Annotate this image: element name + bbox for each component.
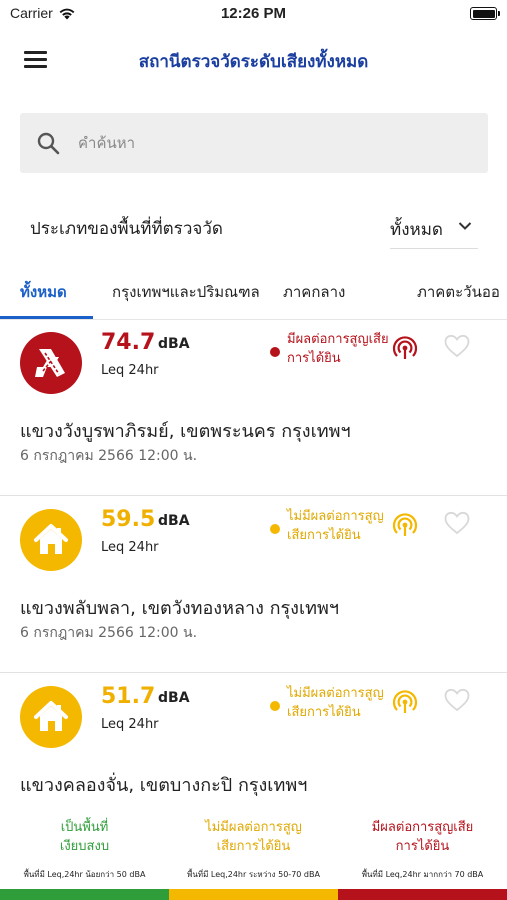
chevron-down-icon xyxy=(458,222,472,230)
signal-icon xyxy=(392,513,418,536)
hearing-status: ไม่มีผลต่อการสูญเสียการได้ยิน xyxy=(287,509,384,543)
legend-color-bar xyxy=(169,889,338,900)
station-card[interactable]: 74.7 dBA Leq 24hr มีผลต่อการสูญเสียการได… xyxy=(0,320,507,496)
heart-icon[interactable] xyxy=(444,334,470,358)
legend-desc: พื้นที่มี Leq,24hr ระหว่าง 50-70 dBA xyxy=(187,870,320,879)
battery-icon xyxy=(470,7,500,20)
search-icon xyxy=(37,132,60,155)
status-dot xyxy=(270,524,280,534)
hearing-status: ไม่มีผลต่อการสูญเสียการได้ยิน xyxy=(287,686,384,720)
legend-title: ไม่มีผลต่อการสูญเสียการได้ยิน xyxy=(205,820,302,854)
signal-icon xyxy=(392,336,418,359)
heart-icon[interactable] xyxy=(444,688,470,712)
noise-value: 74.7 xyxy=(101,330,156,355)
status-dot xyxy=(270,701,280,711)
noise-value: 51.7 xyxy=(101,684,156,709)
station-location: แขวงวังบูรพาภิรมย์, เขตพระนคร กรุงเทพฯ xyxy=(20,421,351,442)
area-type-label: ประเภทของพื้นที่ที่ตรวจวัด xyxy=(30,219,223,239)
station-date: 6 กรกฎาคม 2566 12:00 น. xyxy=(20,448,198,464)
area-type-filter: ประเภทของพื้นที่ที่ตรวจวัด ทั้งหมด xyxy=(0,205,507,249)
station-date: 6 กรกฎาคม 2566 12:00 น. xyxy=(20,625,198,641)
noise-value: 59.5 xyxy=(101,507,156,532)
legend-desc: พื้นที่มี Leq,24hr มากกว่า 70 dBA xyxy=(361,870,484,879)
legend-effect: มีผลต่อการสูญเสียการได้ยิน พื้นที่มี Leq… xyxy=(338,810,507,900)
legend-title: เป็นพื้นที่เงียบสงบ xyxy=(59,820,110,854)
legend-quiet: เป็นพื้นที่เงียบสงบ พื้นที่มี Leq,24hr น… xyxy=(0,810,169,900)
legend-no-effect: ไม่มีผลต่อการสูญเสียการได้ยิน พื้นที่มี … xyxy=(169,810,338,900)
signal-icon xyxy=(392,690,418,713)
home-icon xyxy=(20,509,82,571)
noise-unit: dBA xyxy=(158,690,190,706)
leq-label: Leq 24hr xyxy=(101,540,159,555)
legend-title: มีผลต่อการสูญเสียการได้ยิน xyxy=(371,820,474,854)
heart-icon[interactable] xyxy=(444,511,470,535)
tab-central[interactable]: ภาคกลาง xyxy=(283,280,345,304)
tab-east[interactable]: ภาคตะวันออ xyxy=(417,280,500,304)
station-location: แขวงพลับพลา, เขตวังทองหลาง กรุงเทพฯ xyxy=(20,598,339,619)
legend-color-bar xyxy=(338,889,507,900)
status-bar: Carrier 12:26 PM xyxy=(0,0,507,28)
leq-label: Leq 24hr xyxy=(101,717,159,732)
road-icon xyxy=(20,332,82,394)
active-tab-indicator xyxy=(0,316,93,319)
area-type-dropdown[interactable]: ทั้งหมด xyxy=(390,211,478,249)
hearing-status: มีผลต่อการสูญเสียการได้ยิน xyxy=(287,332,389,366)
area-type-selected: ทั้งหมด xyxy=(390,220,443,240)
page-title: สถานีตรวจวัดระดับเสียงทั้งหมด xyxy=(138,52,369,72)
tab-bangkok[interactable]: กรุงเทพฯและปริมณฑล xyxy=(112,280,260,304)
status-dot xyxy=(270,347,280,357)
clock: 12:26 PM xyxy=(220,5,287,22)
noise-unit: dBA xyxy=(158,513,190,529)
nav-bar: สถานีตรวจวัดระดับเสียงทั้งหมด xyxy=(0,36,507,86)
search-input[interactable] xyxy=(78,132,458,154)
region-tabs: ทั้งหมด กรุงเทพฯและปริมณฑล ภาคกลาง ภาคตะ… xyxy=(0,268,507,320)
legend-desc: พื้นที่มี Leq,24hr น้อยกว่า 50 dBA xyxy=(23,870,146,879)
search-bar[interactable] xyxy=(20,113,488,173)
leq-label: Leq 24hr xyxy=(101,363,159,378)
station-card[interactable]: 59.5 dBA Leq 24hr ไม่มีผลต่อการสูญเสียกา… xyxy=(0,497,507,673)
legend-color-bar xyxy=(0,889,169,900)
noise-level-legend: เป็นพื้นที่เงียบสงบ พื้นที่มี Leq,24hr น… xyxy=(0,810,507,900)
home-icon xyxy=(20,686,82,748)
station-location: แขวงคลองจั่น, เขตบางกะปิ กรุงเทพฯ xyxy=(20,775,308,796)
tab-all[interactable]: ทั้งหมด xyxy=(20,280,67,304)
noise-unit: dBA xyxy=(158,336,190,352)
